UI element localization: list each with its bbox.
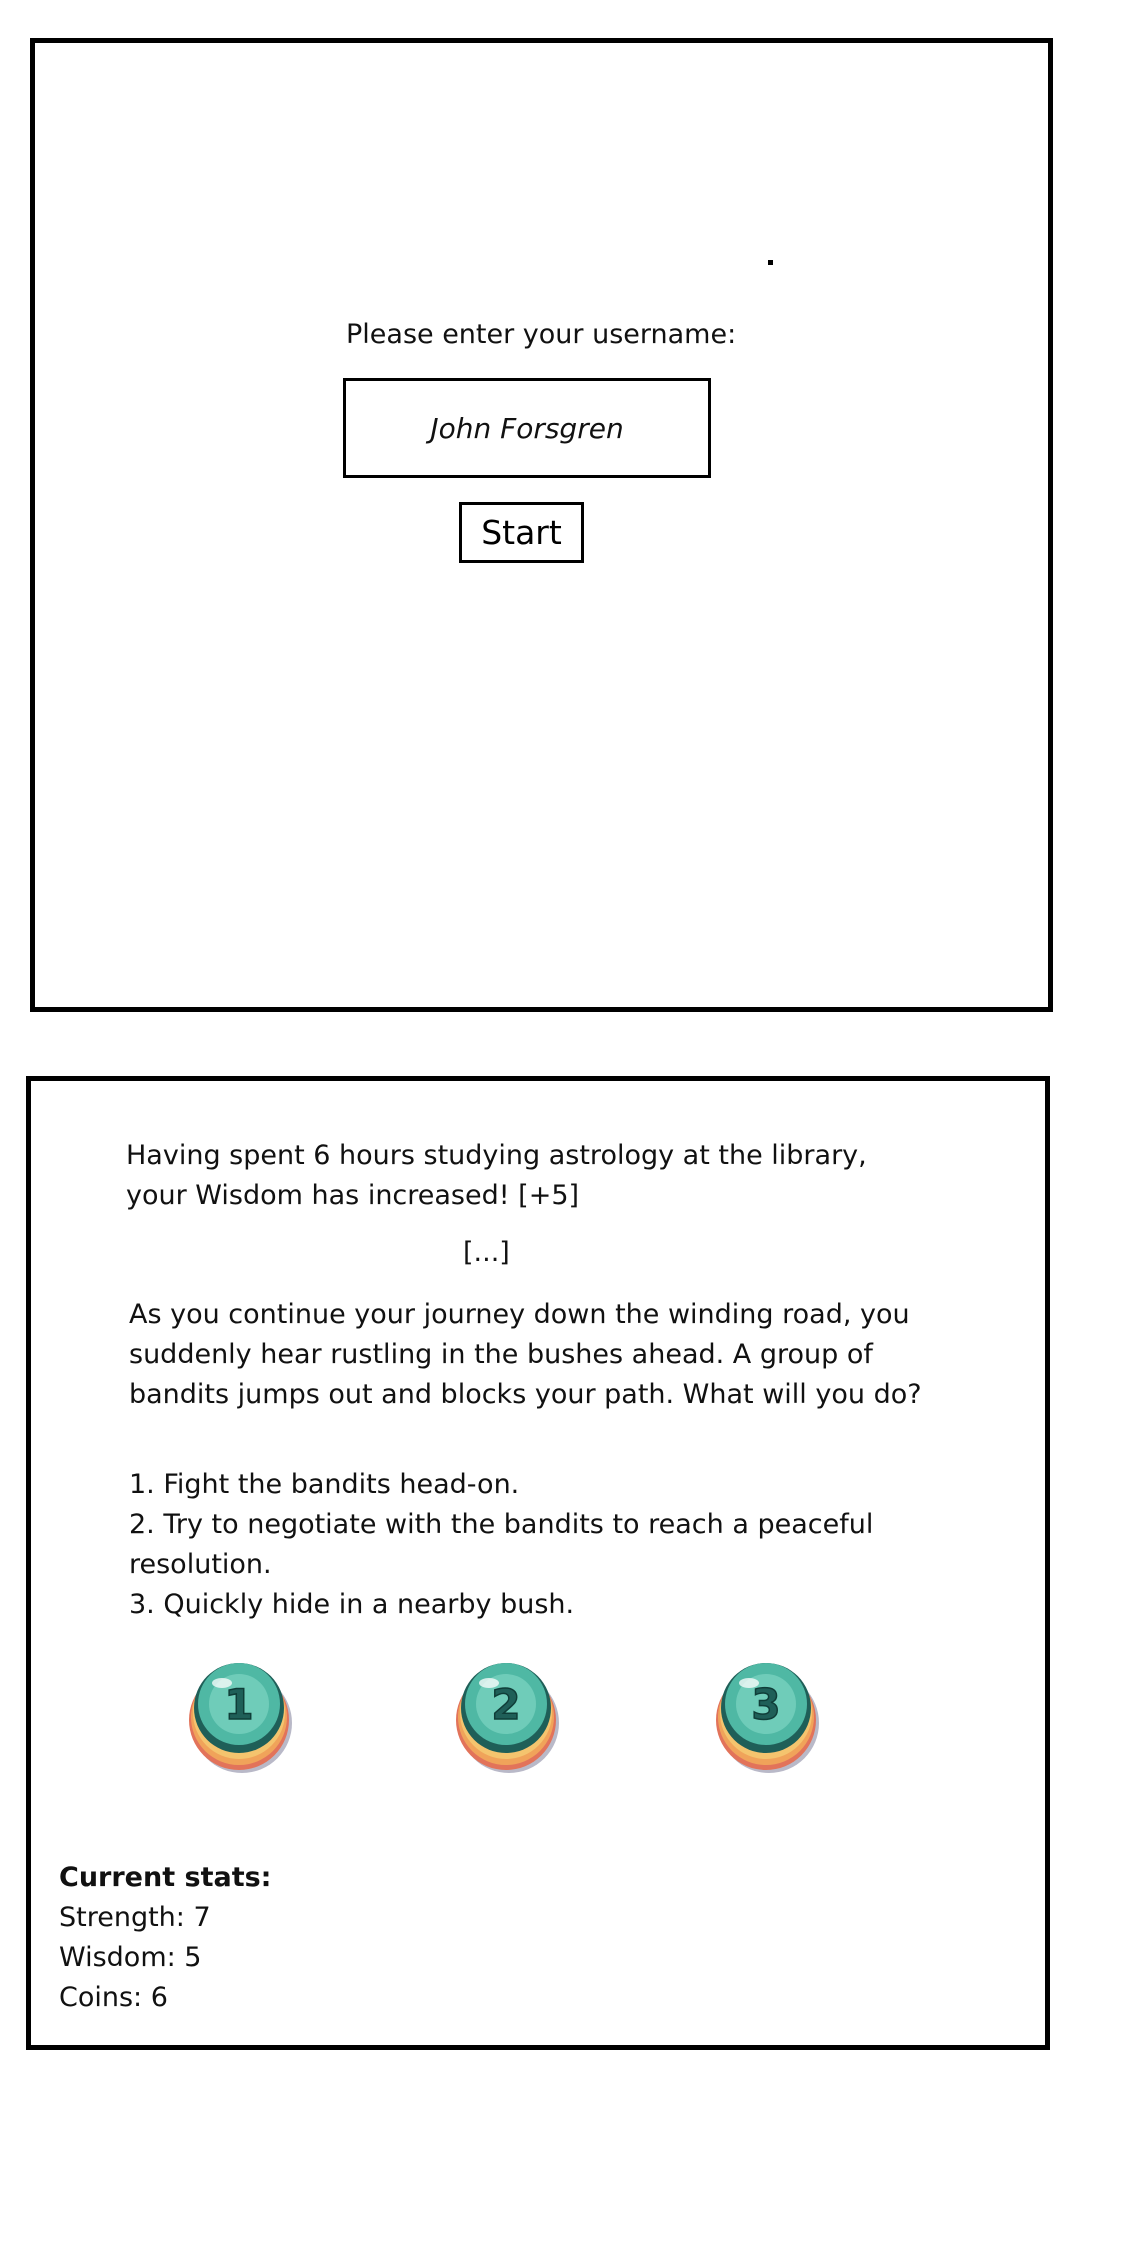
game-panel: Having spent 6 hours studying astrology … xyxy=(26,1076,1050,2050)
stat-strength: Strength: 7 xyxy=(59,1902,211,1933)
choice-2-number: 2 xyxy=(491,1680,520,1729)
stats-panel: Current stats: Strength: 7 Wisdom: 5 Coi… xyxy=(59,1858,271,2018)
option-item: 3. Quickly hide in a nearby bush. xyxy=(129,1589,575,1620)
numbered-gem-button-icon: 2 xyxy=(456,1663,559,1773)
username-input[interactable] xyxy=(343,378,711,478)
choice-3-button[interactable]: 3 xyxy=(711,1663,823,1775)
encounter-text: As you continue your journey down the wi… xyxy=(129,1299,922,1410)
choice-2-button[interactable]: 2 xyxy=(451,1663,563,1775)
stats-title: Current stats: xyxy=(59,1862,272,1893)
option-item: 1. Fight the bandits head-on. xyxy=(129,1469,520,1500)
choice-3-number: 3 xyxy=(751,1680,780,1729)
numbered-gem-button-icon: 1 xyxy=(189,1663,292,1773)
stray-dot xyxy=(768,260,773,265)
narration-text: Having spent 6 hours studying astrology … xyxy=(126,1140,867,1211)
start-button[interactable]: Start xyxy=(459,502,584,563)
stat-wisdom: Wisdom: 5 xyxy=(59,1942,202,1973)
username-prompt: Please enter your username: xyxy=(346,319,737,350)
stat-coins: Coins: 6 xyxy=(59,1982,168,2013)
numbered-gem-button-icon: 3 xyxy=(716,1663,819,1773)
ellipsis-text: [...] xyxy=(463,1237,510,1268)
choice-1-number: 1 xyxy=(224,1680,253,1729)
login-panel: Please enter your username: Start xyxy=(30,38,1053,1012)
options-list: 1. Fight the bandits head-on. 2. Try to … xyxy=(129,1465,949,1625)
choice-1-button[interactable]: 1 xyxy=(184,1663,296,1775)
option-item: 2. Try to negotiate with the bandits to … xyxy=(129,1509,874,1580)
